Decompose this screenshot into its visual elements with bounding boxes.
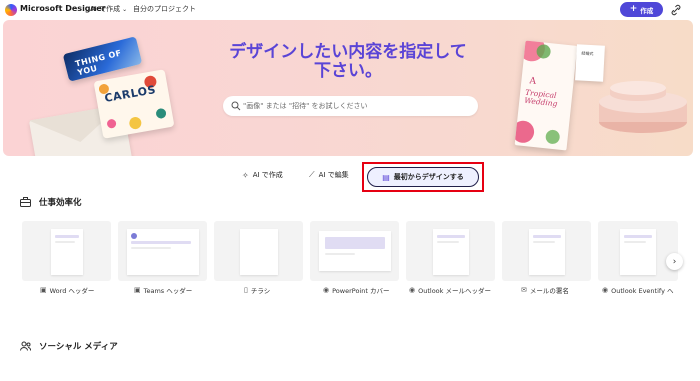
tile-label-outlook-mail-header[interactable]: ◉ Outlook メールヘッダー bbox=[409, 285, 491, 295]
template-tile-outlook-mail-header[interactable] bbox=[406, 221, 495, 281]
search-icon bbox=[231, 101, 241, 111]
hero-title-line2: 下さい。 bbox=[314, 61, 382, 82]
link-icon[interactable] bbox=[670, 4, 682, 16]
sparkle-icon: ✧ bbox=[242, 170, 249, 180]
tab-create-ai[interactable]: ✧ AI で作成 bbox=[242, 163, 283, 187]
template-tile-teams-header[interactable] bbox=[118, 221, 207, 281]
tab-design-from-scratch-highlight: ▤ 最初からデザインする bbox=[362, 162, 484, 192]
section-productivity-header: 仕事効率化 bbox=[20, 196, 82, 208]
hero-banner: THING OF YOU CARLOS デザインしたい内容を指定して 下さい。 … bbox=[3, 20, 693, 156]
tile-label-text: チラシ bbox=[250, 287, 271, 295]
template-tile-word-header[interactable] bbox=[22, 221, 111, 281]
outlook-icon: ◉ bbox=[602, 286, 609, 294]
tab-design-from-scratch[interactable]: ▤ 最初からデザインする bbox=[367, 167, 479, 187]
tile-label-text: メールの署名 bbox=[529, 287, 569, 295]
tab-design-from-scratch-label: 最初からデザインする bbox=[393, 173, 464, 181]
chevron-right-icon: › bbox=[672, 256, 677, 267]
tile-label-text: Outlook メールヘッダー bbox=[418, 287, 491, 295]
nav-create-ai-label: AI で作成 bbox=[90, 5, 121, 13]
wand-icon: ⟋ bbox=[309, 170, 315, 179]
tile-label-word-header[interactable]: ▣ Word ヘッダー bbox=[40, 285, 94, 295]
powerpoint-icon: ◉ bbox=[323, 286, 330, 294]
chevron-down-icon: ⌄ bbox=[122, 6, 128, 13]
flyer-icon: ▯ bbox=[244, 286, 248, 294]
briefcase-icon bbox=[20, 197, 31, 207]
plus-icon: + bbox=[629, 4, 638, 14]
section-social-media-title: ソーシャル メディア bbox=[39, 342, 118, 352]
create-button[interactable]: + 作成 bbox=[620, 2, 663, 17]
podium-illustration bbox=[599, 81, 687, 133]
template-tile-outlook-eventify[interactable] bbox=[598, 221, 678, 281]
tile-label-mail-signature[interactable]: ✉ メールの署名 bbox=[521, 285, 569, 295]
word-icon: ▣ bbox=[40, 286, 47, 294]
nav-create-ai-menu[interactable]: AI で作成 ⌄ bbox=[90, 4, 127, 14]
carousel-next-button[interactable]: › bbox=[666, 253, 683, 270]
tile-label-text: PowerPoint カバー bbox=[332, 287, 390, 295]
template-tile-flyer[interactable] bbox=[214, 221, 303, 281]
sample-card-name: CARLOS bbox=[103, 83, 157, 105]
search-placeholder: "画像" または "招待" をお試しください bbox=[243, 102, 368, 110]
mail-icon: ✉ bbox=[521, 286, 527, 294]
tab-edit-ai-label: AI で編集 bbox=[318, 171, 349, 179]
hero-title-line1: デザインしたい内容を指定して bbox=[229, 42, 467, 62]
wedding-card-letter: A bbox=[528, 76, 537, 87]
template-tile-powerpoint-cover[interactable] bbox=[310, 221, 399, 281]
tile-label-teams-header[interactable]: ▣ Teams ヘッダー bbox=[134, 285, 192, 295]
section-social-media-header: ソーシャル メディア bbox=[20, 340, 118, 352]
outlook-icon: ◉ bbox=[409, 286, 416, 294]
tile-label-text: Teams ヘッダー bbox=[143, 287, 193, 295]
sample-card-small: 結婚式 bbox=[575, 44, 605, 82]
hero-title: デザインしたい内容を指定して 下さい。 bbox=[218, 42, 478, 82]
tile-label-flyer[interactable]: ▯ チラシ bbox=[244, 285, 270, 295]
tab-edit-ai[interactable]: ⟋ AI で編集 bbox=[309, 163, 349, 187]
wedding-card-title: Tropical Wedding bbox=[523, 87, 558, 109]
sample-card-text: THING OF YOU bbox=[74, 48, 123, 78]
tile-label-powerpoint-cover[interactable]: ◉ PowerPoint カバー bbox=[323, 285, 389, 295]
tile-label-text: Outlook Eventify ヘ bbox=[611, 287, 674, 295]
tile-label-text: Word ヘッダー bbox=[49, 287, 95, 295]
nav-my-projects[interactable]: 自分のプロジェクト bbox=[133, 4, 196, 14]
template-tile-mail-signature[interactable] bbox=[502, 221, 591, 281]
teams-icon: ▣ bbox=[134, 286, 141, 294]
top-bar: Microsoft Designer AI で作成 ⌄ 自分のプロジェクト + 作… bbox=[0, 0, 700, 20]
tab-create-ai-label: AI で作成 bbox=[252, 171, 283, 179]
designer-logo-icon[interactable] bbox=[5, 4, 17, 16]
sample-card-tropical-wedding: A Tropical Wedding bbox=[514, 40, 578, 151]
search-input[interactable]: "画像" または "招待" をお試しください bbox=[223, 96, 478, 116]
sample-card-carlos: CARLOS bbox=[93, 69, 175, 139]
section-productivity-title: 仕事効率化 bbox=[39, 198, 82, 208]
people-icon bbox=[20, 341, 31, 351]
create-button-label: 作成 bbox=[640, 6, 654, 15]
tile-label-outlook-eventify[interactable]: ◉ Outlook Eventify ヘ bbox=[602, 285, 674, 295]
design-icon: ▤ bbox=[382, 172, 390, 182]
small-card-text: 結婚式 bbox=[581, 50, 594, 57]
